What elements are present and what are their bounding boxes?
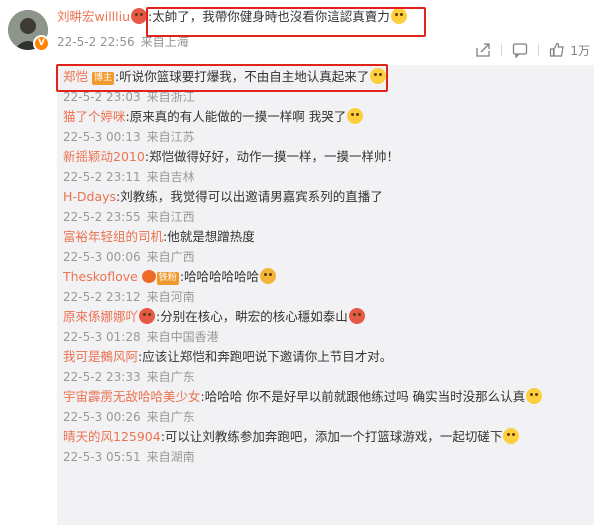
reply-time: 22-5-2 23:03 — [63, 90, 141, 104]
reply-time: 22-5-3 00:13 — [63, 130, 141, 144]
reply-text: :哈哈哈哈哈哈 — [179, 269, 260, 284]
reply-item: 猫了个婷咪:原来真的有人能做的一摸一样啊 我哭了 22-5-3 00:13 来自江… — [63, 107, 588, 147]
reply-text: :原来真的有人能做的一摸一样啊 我哭了 — [125, 109, 347, 124]
reply-username[interactable]: Theskoflove — [63, 269, 138, 284]
comment-actions: 1万 — [475, 40, 590, 60]
reply-time: 22-5-3 01:28 — [63, 330, 141, 344]
reply-username[interactable]: 晴天的风125904 — [63, 429, 161, 444]
reply-location: 来自中国香港 — [146, 330, 219, 344]
reply-text: :应该让郑恺和奔跑吧说下邀请你上节目才对。 — [138, 349, 393, 364]
reply-text: :他就是想蹭热度 — [163, 229, 255, 244]
reply-username[interactable]: 富裕年轻组的司机 — [63, 229, 163, 244]
reply-item: 富裕年轻组的司机:他就是想蹭热度 22-5-3 00:06 来自广西 — [63, 227, 588, 267]
like-icon[interactable] — [549, 42, 565, 58]
reply-time: 22-5-2 23:55 — [63, 210, 141, 224]
reply-item: 新摇颖动2010:郑恺做得好好，动作一摸一样，一摸一样帅！ 22-5-2 23:… — [63, 147, 588, 187]
reply-text: :郑恺做得好好，动作一摸一样，一摸一样帅！ — [144, 149, 400, 164]
reply-username[interactable]: H-Ddays — [63, 189, 116, 204]
reply-location: 来自广西 — [146, 250, 195, 264]
reply-item: 原來係娜娜吖 :分别在核心，畊宏的核心穩如泰山 22-5-3 01:28 来自中国香… — [63, 307, 588, 347]
reply-item: 晴天的风125904:可以让刘教练参加奔跑吧，添加一个打篮球游戏，一起切磋下 2… — [63, 427, 588, 467]
heart-face-emoji-icon — [131, 8, 148, 24]
like-count: 1万 — [570, 43, 590, 58]
reply-text: :刘教练，我觉得可以出邀请男嘉宾系列的直播了 — [116, 189, 383, 204]
reply-time: 22-5-2 23:11 — [63, 170, 141, 184]
verified-badge-icon: V — [33, 35, 50, 52]
reply-username[interactable]: 我可是鵺风阿 — [63, 349, 138, 364]
reply-item: 宇宙霹雳无敌哈哈美少女:哈哈哈 你不是好早以前就跟他练过吗 确实当时没那么认真 … — [63, 387, 588, 427]
thinking-emoji-icon — [526, 388, 543, 404]
reply-username[interactable]: 原來係娜娜吖 — [63, 309, 138, 324]
reply-location: 来自湖南 — [146, 450, 195, 464]
fan-badge: 铁粉 — [156, 272, 179, 285]
top-comment-username[interactable]: 刘畊宏willliu — [57, 9, 130, 24]
share-icon[interactable] — [475, 42, 491, 58]
comment-icon[interactable] — [512, 42, 528, 59]
reply-time: 22-5-2 23:12 — [63, 290, 141, 304]
reply-time: 22-5-3 05:51 — [63, 450, 141, 464]
reply-item: H-Ddays:刘教练，我觉得可以出邀请男嘉宾系列的直播了 22-5-2 23:… — [63, 187, 588, 227]
reply-location: 来自江苏 — [146, 130, 195, 144]
reply-location: 来自吉林 — [146, 170, 195, 184]
heart-face-emoji-icon — [139, 308, 156, 324]
reply-list: 郑恺 博主:听说你篮球要打爆我，不由自主地认真起来了 22-5-2 23:03 来… — [57, 65, 594, 525]
reply-item: Theskoflove 铁粉:哈哈哈哈哈哈 22-5-2 23:12 来自河南 — [63, 267, 588, 307]
doge-emoji-icon — [260, 268, 277, 284]
highlight-box — [146, 7, 426, 37]
reply-username[interactable]: 宇宙霹雳无敌哈哈美少女 — [63, 389, 201, 404]
top-comment-time: 22-5-2 22:56 — [57, 35, 135, 49]
reply-username[interactable]: 猫了个婷咪 — [63, 109, 126, 124]
reply-text: :分别在核心，畊宏的核心穩如泰山 — [156, 309, 348, 324]
reply-item: 我可是鵺风阿:应该让郑恺和奔跑吧说下邀请你上节目才对。 22-5-2 23:33… — [63, 347, 588, 387]
reply-time: 22-5-3 00:26 — [63, 410, 141, 424]
reply-location: 来自江西 — [146, 210, 195, 224]
heart-eyes-emoji-icon — [503, 428, 520, 444]
reply-text: :可以让刘教练参加奔跑吧，添加一个打篮球游戏，一起切磋下 — [160, 429, 503, 444]
reply-time: 22-5-3 00:06 — [63, 250, 141, 264]
highlight-box — [56, 64, 388, 92]
top-comment-location: 来自上海 — [140, 35, 189, 49]
reply-text: :哈哈哈 你不是好早以前就跟他练过吗 确实当时没那么认真 — [200, 389, 526, 404]
hotpot-emoji-icon — [348, 308, 365, 324]
reply-username[interactable]: 新摇颖动2010 — [63, 149, 145, 164]
reply-location: 来自河南 — [146, 290, 195, 304]
reply-location: 来自浙江 — [146, 90, 195, 104]
reply-location: 来自广东 — [146, 370, 195, 384]
reply-location: 来自广东 — [146, 410, 195, 424]
vip-badge-icon — [141, 270, 156, 283]
reply-time: 22-5-2 23:33 — [63, 370, 141, 384]
crying-emoji-icon — [347, 108, 364, 124]
